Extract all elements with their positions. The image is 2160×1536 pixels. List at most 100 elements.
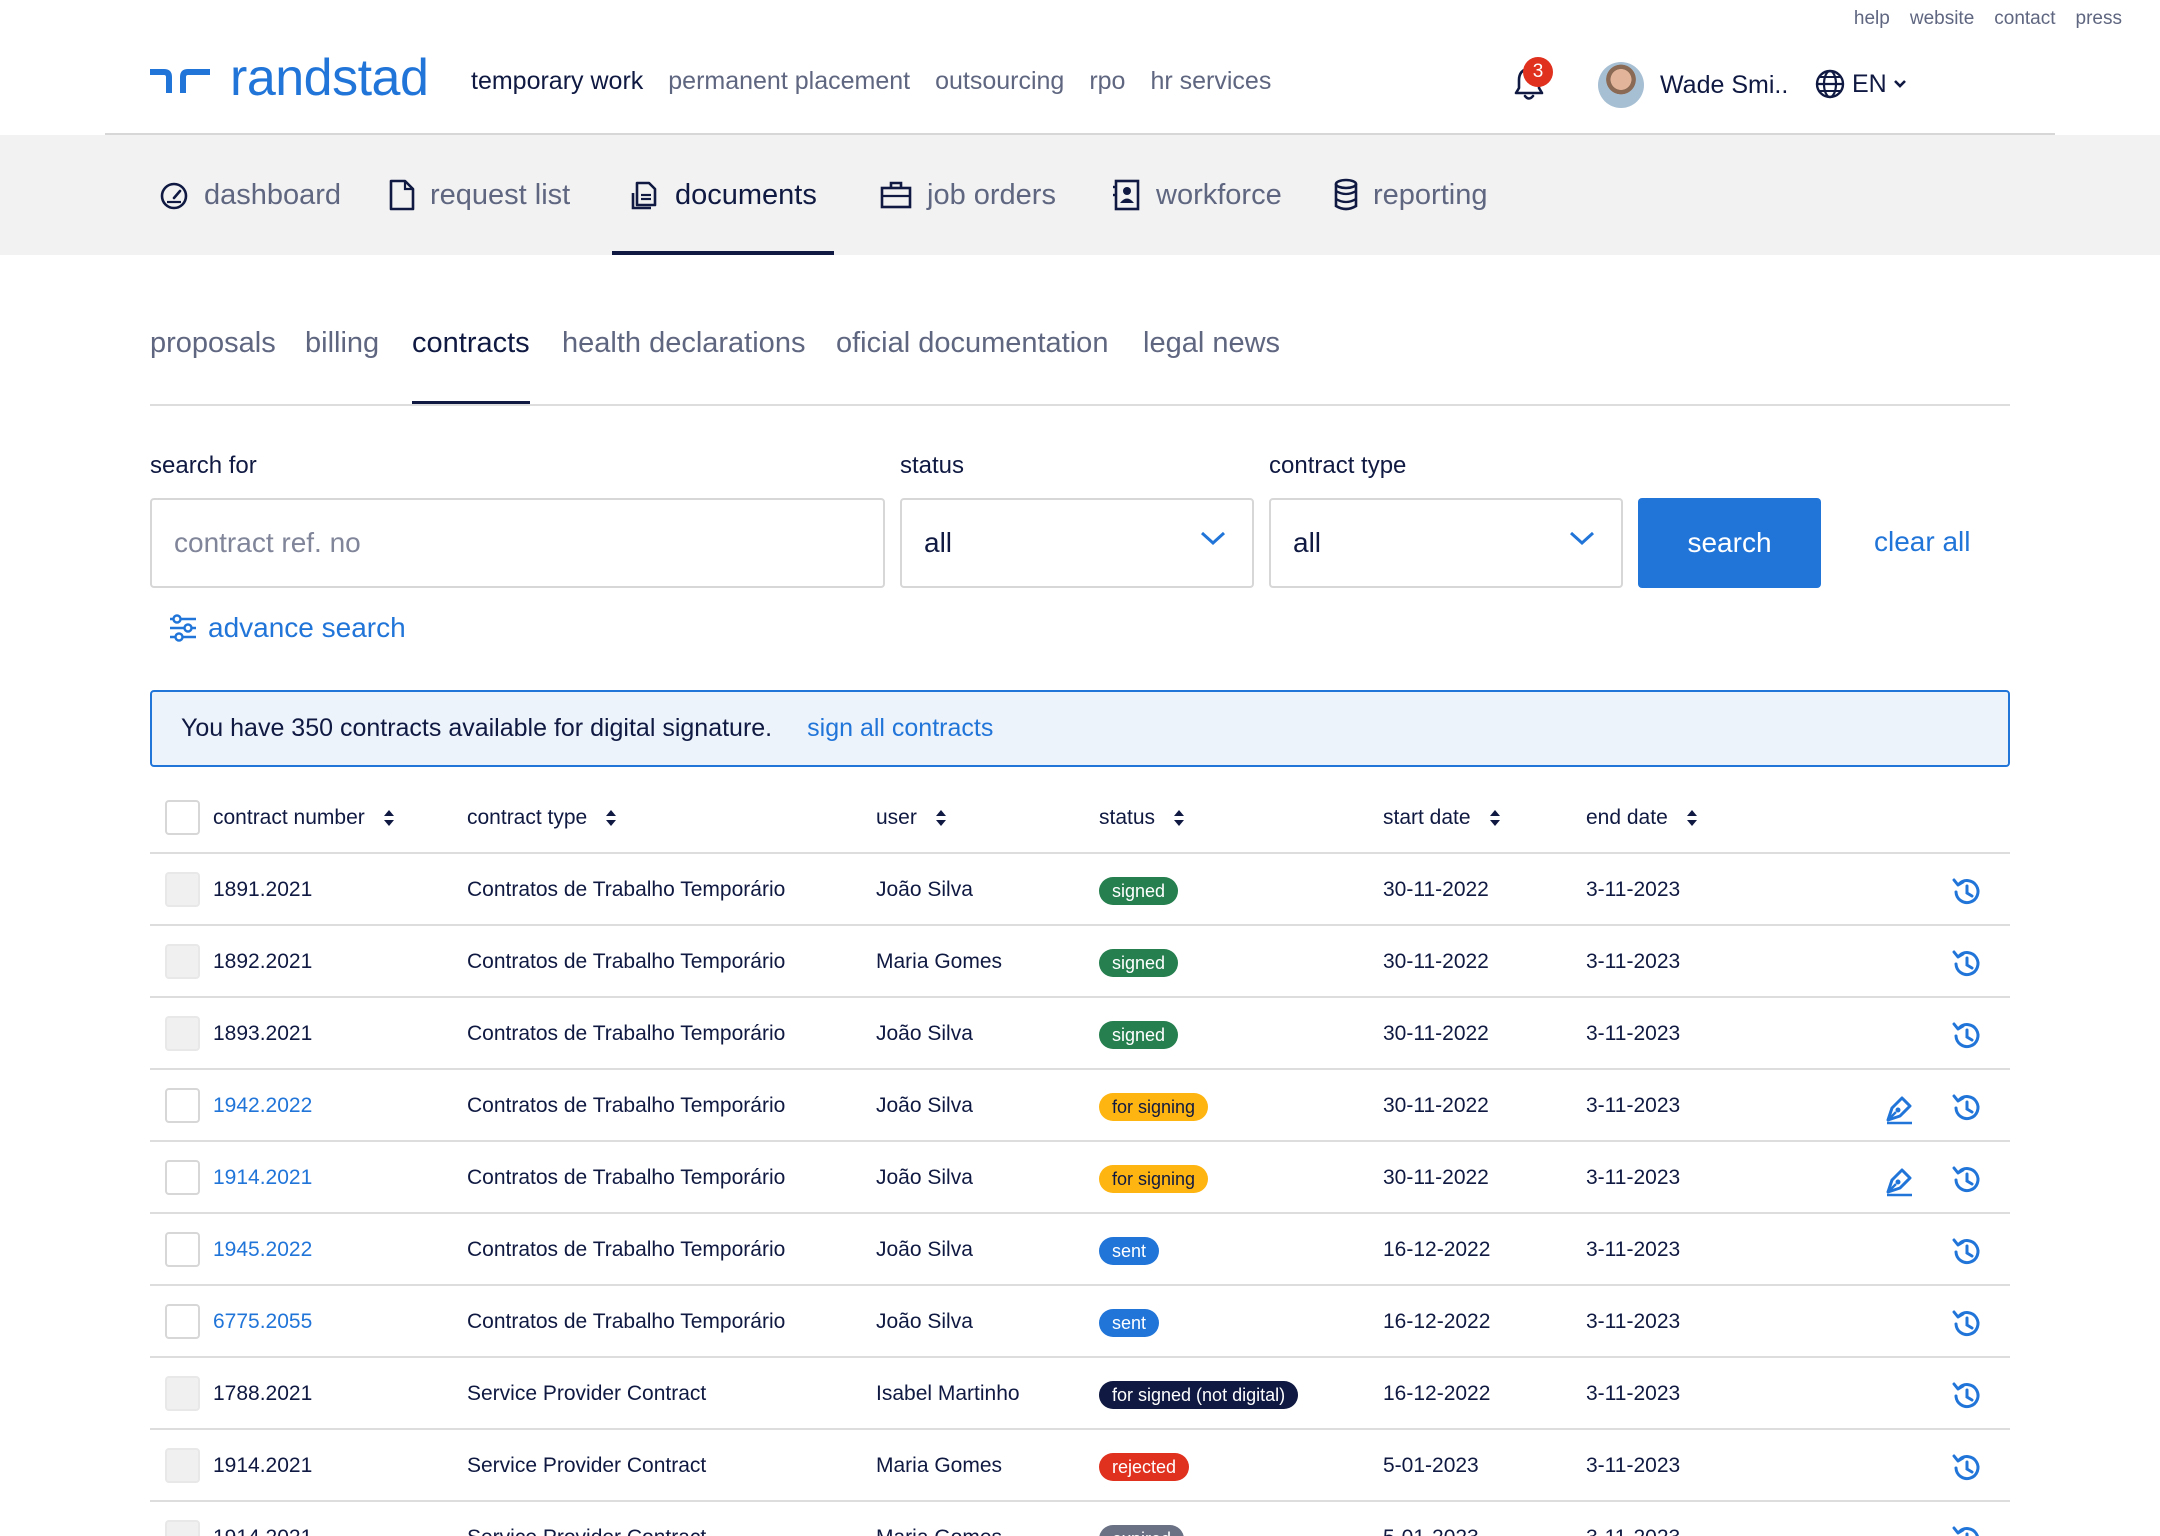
tab-legal-news[interactable]: legal news <box>1143 327 1280 360</box>
sign-all-contracts-link[interactable]: sign all contracts <box>807 714 993 743</box>
row-checkbox <box>165 1376 200 1411</box>
row-checkbox <box>165 944 200 979</box>
history-icon[interactable] <box>1948 1450 1984 1486</box>
contract-type-select[interactable]: all <box>1269 498 1623 588</box>
row-checkbox[interactable] <box>165 1160 200 1195</box>
table-body: 1891.2021 Contratos de Trabalho Temporári… <box>150 854 2010 1536</box>
module-dashboard[interactable]: dashboard <box>158 135 341 255</box>
contract-number[interactable]: 6775.2055 <box>213 1310 312 1334</box>
nav-permanent-placement[interactable]: permanent placement <box>668 67 910 96</box>
nav-temporary-work[interactable]: temporary work <box>471 67 643 96</box>
contract-type: Service Provider Contract <box>467 1454 707 1477</box>
end-date: 3-11-2023 <box>1586 950 1681 973</box>
user-name[interactable]: Wade Smi.. <box>1660 71 1788 100</box>
tab-contracts[interactable]: contracts <box>412 327 530 404</box>
column-contract-number[interactable]: contract number <box>213 806 395 830</box>
contract-type: Service Provider Contract <box>467 1526 706 1536</box>
status-badge: signed <box>1099 877 1179 905</box>
end-date: 3-11-2023 <box>1586 1022 1681 1045</box>
press-link[interactable]: press <box>2076 8 2122 30</box>
nav-rpo[interactable]: rpo <box>1089 67 1125 96</box>
contract-user: João Silva <box>876 1094 973 1117</box>
column-user[interactable]: user <box>876 806 947 830</box>
history-icon[interactable] <box>1948 1162 1984 1198</box>
select-all-checkbox[interactable] <box>165 800 200 835</box>
history-icon[interactable] <box>1948 1234 1984 1270</box>
module-reporting[interactable]: reporting <box>1333 135 1487 255</box>
nav-hr-services[interactable]: hr services <box>1150 67 1271 96</box>
end-date: 3-11-2023 <box>1586 1454 1681 1477</box>
contract-type: Contratos de Trabalho Temporário <box>467 1022 786 1045</box>
status-badge: sent <box>1099 1237 1160 1265</box>
module-request-list[interactable]: request list <box>388 135 570 255</box>
sort-icon <box>1686 810 1697 826</box>
row-checkbox <box>165 1448 200 1483</box>
row-checkbox[interactable] <box>165 1088 200 1123</box>
module-documents[interactable]: documents <box>612 135 834 255</box>
status-badge: for signed (not digital) <box>1099 1381 1299 1409</box>
row-checkbox[interactable] <box>165 1232 200 1267</box>
advance-search-link[interactable]: advance search <box>168 612 406 644</box>
tab-proposals[interactable]: proposals <box>150 327 276 360</box>
history-icon[interactable] <box>1948 1090 1984 1126</box>
sort-icon <box>1174 810 1185 826</box>
chevron-down-icon <box>1200 531 1226 546</box>
tab-oficial-documentation[interactable]: oficial documentation <box>836 327 1108 360</box>
column-status[interactable]: status <box>1099 806 1185 830</box>
history-icon[interactable] <box>1948 1306 1984 1342</box>
end-date: 3-11-2023 <box>1586 878 1681 901</box>
sign-pen-icon[interactable] <box>1882 1090 1918 1126</box>
sort-icon <box>1489 810 1500 826</box>
row-checkbox[interactable] <box>165 1304 200 1339</box>
end-date: 3-11-2023 <box>1586 1526 1680 1536</box>
table-row: 1788.2021 Service Provider Contract Isabel… <box>150 1358 2010 1430</box>
column-contract-type[interactable]: contract type <box>467 806 617 830</box>
contract-user: João Silva <box>876 878 973 901</box>
end-date: 3-11-2023 <box>1586 1094 1681 1117</box>
avatar[interactable] <box>1598 62 1644 108</box>
contract-user: Maria Gomes <box>876 950 1003 973</box>
column-start-date[interactable]: start date <box>1383 806 1501 830</box>
contract-user: Maria Gomes <box>876 1454 1003 1477</box>
history-icon[interactable] <box>1948 1378 1984 1414</box>
history-icon[interactable] <box>1948 874 1984 910</box>
start-date: 30-11-2022 <box>1383 950 1489 973</box>
contract-number: 1788.2021 <box>213 1382 313 1405</box>
history-icon[interactable] <box>1948 1018 1984 1054</box>
notification-count-badge: 3 <box>1523 57 1553 87</box>
table-row: 1891.2021 Contratos de Trabalho Temporári… <box>150 854 2010 926</box>
history-icon[interactable] <box>1948 1522 1984 1536</box>
table-row: 6775.2055 Contratos de Trabalho Temporári… <box>150 1286 2010 1358</box>
module-label: request list <box>430 178 571 211</box>
sign-pen-icon[interactable] <box>1882 1162 1918 1198</box>
randstad-logo[interactable]: randstad <box>150 48 429 108</box>
end-date: 3-11-2023 <box>1586 1166 1681 1189</box>
search-button[interactable]: search <box>1638 498 1821 588</box>
contract-number[interactable]: 1945.2022 <box>213 1238 312 1262</box>
start-date: 30-11-2022 <box>1383 1094 1489 1117</box>
status-select[interactable]: all <box>900 498 1254 588</box>
column-end-date[interactable]: end date <box>1586 806 1698 830</box>
tab-health-declarations[interactable]: health declarations <box>562 327 805 360</box>
signature-banner: You have 350 contracts available for dig… <box>150 690 2010 767</box>
contract-type: Contratos de Trabalho Temporário <box>467 1166 786 1189</box>
language-selector[interactable]: EN <box>1814 68 1907 100</box>
nav-outsourcing[interactable]: outsourcing <box>935 67 1064 96</box>
contract-number: 1914.2021 <box>213 1454 313 1477</box>
brand-name: randstad <box>230 49 429 107</box>
status-badge: for signing <box>1099 1093 1209 1121</box>
contract-number[interactable]: 1942.2022 <box>213 1094 312 1118</box>
sort-icon <box>935 810 946 826</box>
briefcase-icon <box>880 181 912 209</box>
history-icon[interactable] <box>1948 946 1984 982</box>
clear-all-link[interactable]: clear all <box>1874 526 1970 558</box>
start-date: 16-12-2022 <box>1383 1238 1491 1261</box>
status-badge: signed <box>1099 949 1179 977</box>
tab-billing[interactable]: billing <box>305 327 379 360</box>
contract-number[interactable]: 1914.2021 <box>213 1166 312 1190</box>
search-input[interactable]: contract ref. no <box>150 498 885 588</box>
module-workforce[interactable]: workforce <box>1112 135 1282 255</box>
module-job-orders[interactable]: job orders <box>879 135 1056 255</box>
table-row: 1914.2021 Contratos de Trabalho Temporári… <box>150 1142 2010 1214</box>
contract-type: Contratos de Trabalho Temporário <box>467 1310 786 1333</box>
